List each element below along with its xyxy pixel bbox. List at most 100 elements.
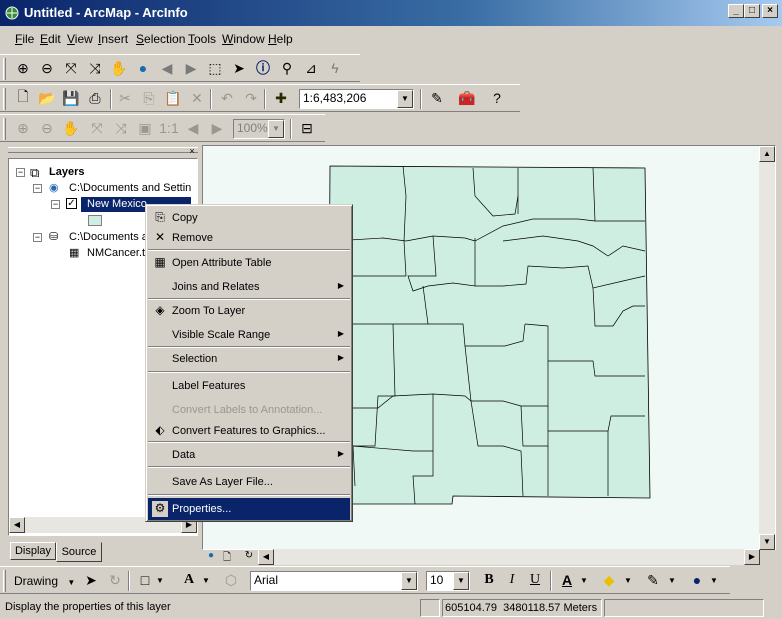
hyperlink-icon[interactable]: ϟ (324, 57, 346, 79)
chevron-down-icon[interactable]: ▼ (202, 576, 210, 585)
edit-vertices-icon[interactable]: ⬡ (220, 569, 242, 591)
select-elements-pointer-icon[interactable]: ➤ (80, 569, 102, 591)
add-data-icon[interactable]: ✚ (270, 87, 292, 109)
toc-table-nmcancer[interactable]: NMCancer.t (87, 247, 145, 259)
select-elements-icon[interactable]: ➤ (228, 57, 250, 79)
find-icon[interactable]: ⚲ (276, 57, 298, 79)
zoom-out-icon[interactable]: ⊖ (36, 57, 58, 79)
menu-item-visible-scale-range[interactable]: Visible Scale Range ▶ (148, 324, 350, 346)
menu-item-selection[interactable]: Selection ▶ (148, 348, 350, 370)
menu-selection[interactable]: Selection (136, 32, 185, 46)
map-hscroll-track[interactable] (274, 549, 744, 565)
menu-item-save-as-layer-file[interactable]: Save As Layer File... (148, 471, 350, 493)
menu-tools[interactable]: Tools (188, 32, 216, 46)
data-view-icon[interactable]: ● (204, 550, 218, 564)
tab-display[interactable]: Display (10, 542, 56, 560)
zoom-out-page-icon[interactable]: ⊖ (36, 117, 58, 139)
fixed-zoom-out-page-icon[interactable]: ⤨ (110, 117, 132, 139)
tab-source[interactable]: Source (56, 542, 102, 562)
new-icon[interactable]: 🗋 (12, 87, 34, 109)
zoom-in-icon[interactable]: ⊕ (12, 57, 34, 79)
collapse-icon[interactable]: − (16, 168, 25, 177)
open-icon[interactable]: 📂 (36, 87, 58, 109)
menu-insert[interactable]: Insert (98, 32, 128, 46)
fixed-zoom-in-page-icon[interactable]: ⤧ (86, 117, 108, 139)
collapse-icon[interactable]: − (51, 200, 60, 209)
menu-item-joins-and-relates[interactable]: Joins and Relates ▶ (148, 276, 350, 298)
whats-this-icon[interactable]: ? (486, 87, 508, 109)
collapse-icon[interactable]: − (33, 184, 42, 193)
title-bar[interactable]: Untitled - ArcMap - ArcInfo _ □ × (0, 0, 782, 26)
toc-layer-new-mexico[interactable]: New Mexico (87, 198, 147, 210)
editor-toolbar-icon[interactable]: ✎ (426, 87, 448, 109)
select-features-icon[interactable]: ⬚ (204, 57, 226, 79)
toggle-draft-mode-icon[interactable]: ⊟ (296, 117, 318, 139)
menu-window[interactable]: Window (222, 32, 265, 46)
chevron-down-icon[interactable]: ▼ (668, 576, 676, 585)
forward-extent-page-icon[interactable]: ▶ (206, 117, 228, 139)
print-icon[interactable]: ⎙ (84, 87, 106, 109)
rotate-icon[interactable]: ↻ (104, 569, 126, 591)
zoom-whole-page-icon[interactable]: ▣ (134, 117, 156, 139)
redo-icon[interactable]: ↷ (240, 87, 262, 109)
refresh-icon[interactable]: ↻ (242, 550, 256, 564)
scroll-left-icon[interactable]: ◀ (9, 517, 25, 533)
layer-visibility-checkbox[interactable]: ✓ (66, 198, 77, 209)
line-color-icon[interactable]: ✎ (642, 569, 664, 591)
collapse-icon[interactable]: − (33, 233, 42, 242)
fill-color-icon[interactable]: ◆ (598, 569, 620, 591)
identify-icon[interactable]: ⓘ (252, 57, 274, 79)
menu-item-convert-features[interactable]: ⬖ Convert Features to Graphics... (148, 420, 350, 442)
toc-source-folder-2[interactable]: C:\Documents a (69, 231, 148, 243)
back-extent-page-icon[interactable]: ◀ (182, 117, 204, 139)
measure-icon[interactable]: ⊿ (300, 57, 322, 79)
full-extent-icon[interactable]: ● (132, 57, 154, 79)
toc-grip[interactable] (8, 147, 198, 153)
drawing-menu-button[interactable]: Drawing ▼ (14, 574, 75, 588)
forward-extent-icon[interactable]: ▶ (180, 57, 202, 79)
pan-page-icon[interactable]: ✋ (60, 117, 82, 139)
toc-source-folder-1[interactable]: C:\Documents and Settin (69, 182, 191, 194)
scroll-up-icon[interactable]: ▲ (759, 146, 775, 162)
save-icon[interactable]: 💾 (60, 87, 82, 109)
bold-button[interactable]: B (478, 569, 500, 591)
menu-item-remove[interactable]: ✕ Remove (148, 227, 350, 249)
rectangle-icon[interactable]: □ (134, 569, 156, 591)
close-button[interactable]: × (762, 4, 778, 18)
menu-view[interactable]: View (67, 32, 93, 46)
arctoolbox-icon[interactable]: 🧰 (456, 87, 478, 109)
layout-zoom-combo[interactable]: 100% ▼ (233, 119, 285, 139)
layout-view-icon[interactable]: 🗋 (220, 550, 234, 564)
pan-icon[interactable]: ✋ (108, 57, 130, 79)
chevron-down-icon[interactable]: ▼ (710, 576, 718, 585)
fixed-zoom-in-icon[interactable]: ⤧ (60, 57, 82, 79)
undo-icon[interactable]: ↶ (216, 87, 238, 109)
menu-help[interactable]: Help (268, 32, 293, 46)
zoom-100-icon[interactable]: 1:1 (158, 117, 180, 139)
delete-icon[interactable]: ✕ (186, 87, 208, 109)
scroll-right-icon[interactable]: ▶ (744, 549, 760, 565)
menu-item-open-attribute-table[interactable]: ▦ Open Attribute Table (148, 252, 350, 274)
font-size-combo[interactable]: 10 ▼ (426, 571, 470, 591)
back-extent-icon[interactable]: ◀ (156, 57, 178, 79)
scroll-down-icon[interactable]: ▼ (759, 534, 775, 550)
menu-item-convert-labels[interactable]: Convert Labels to Annotation... (148, 399, 350, 421)
chevron-down-icon[interactable]: ▼ (397, 90, 413, 108)
underline-button[interactable]: U (524, 569, 546, 591)
marker-color-icon[interactable]: ● (686, 569, 708, 591)
font-color-icon[interactable]: A (556, 569, 578, 591)
fixed-zoom-out-icon[interactable]: ⤨ (84, 57, 106, 79)
chevron-down-icon[interactable]: ▼ (453, 572, 469, 590)
menu-item-zoom-to-layer[interactable]: ◈ Zoom To Layer (148, 300, 350, 322)
menu-file[interactable]: File (15, 32, 34, 46)
paste-icon[interactable]: 📋 (162, 87, 184, 109)
scroll-left-icon[interactable]: ◀ (258, 549, 274, 565)
new-text-icon[interactable]: A (178, 569, 200, 591)
maximize-button[interactable]: □ (744, 4, 760, 18)
zoom-in-page-icon[interactable]: ⊕ (12, 117, 34, 139)
chevron-down-icon[interactable]: ▼ (268, 120, 284, 138)
menu-item-label-features[interactable]: Label Features (148, 375, 350, 397)
toc-close-icon[interactable]: × (187, 147, 197, 157)
chevron-down-icon[interactable]: ▼ (580, 576, 588, 585)
menu-item-data[interactable]: Data ▶ (148, 444, 350, 466)
